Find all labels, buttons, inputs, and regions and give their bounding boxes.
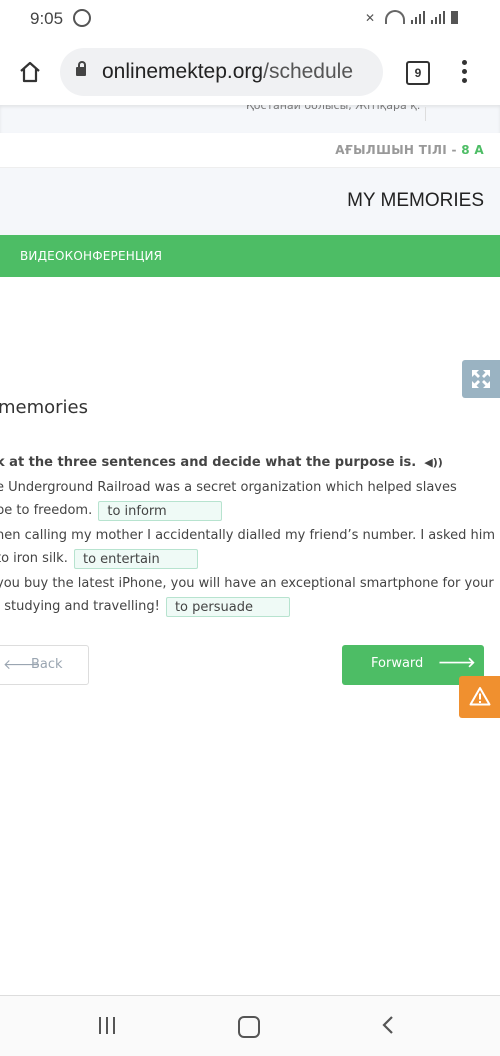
subject-label: АҒЫЛШЫН ТІЛІ - 8 А <box>335 143 484 157</box>
subject-name: АҒЫЛШЫН ТІЛІ - <box>335 143 462 157</box>
browser-toolbar: onlinemektep.org/schedule 9 <box>0 40 500 105</box>
lesson-header: MY MEMORIES <box>0 168 500 235</box>
back-label: Back <box>31 657 63 672</box>
more-menu-icon[interactable] <box>462 60 468 86</box>
instruction-text: k at the three sentences and decide what… <box>0 455 417 470</box>
grade-label: 8 А <box>461 143 484 157</box>
sentence-text: , studying and travelling! <box>0 599 160 614</box>
answer-drop-box[interactable]: to persuade <box>165 596 290 617</box>
sentence-item: e Underground Railroad was a secret orga… <box>0 476 457 522</box>
region-text: Қостанай облысы, Жітіқара қ. <box>246 105 421 112</box>
page-content: Қостанай облысы, Жітіқара қ. АҒЫЛШЫН ТІЛ… <box>0 105 500 995</box>
tab-switcher-button[interactable]: 9 <box>406 61 430 85</box>
battery-icon <box>451 11 458 24</box>
address-bar[interactable]: onlinemektep.org/schedule <box>60 48 383 96</box>
subject-row: АҒЫЛШЫН ТІЛІ - 8 А <box>0 133 500 168</box>
task-instruction: k at the three sentences and decide what… <box>0 455 443 470</box>
lock-icon <box>76 61 86 76</box>
url-text[interactable]: onlinemektep.org/schedule <box>102 60 378 84</box>
sentence-text: to iron silk. <box>0 551 68 566</box>
status-bar: 9:05 ✕ <box>0 0 500 40</box>
sentence-item: you buy the latest iPhone, you will have… <box>0 572 494 618</box>
sentence-item: hen calling my mother I accidentally dia… <box>0 524 495 570</box>
videoconference-label: ВИДЕОКОНФЕРЕНЦИЯ <box>20 249 163 263</box>
fullscreen-button[interactable] <box>462 360 500 398</box>
mute-icon: ✕ <box>365 11 376 25</box>
home-icon[interactable] <box>18 60 42 84</box>
recent-apps-icon[interactable] <box>99 1017 119 1035</box>
videoconference-tab[interactable]: ВИДЕОКОНФЕРЕНЦИЯ <box>0 235 500 277</box>
lesson-header-title: MY MEMORIES <box>347 190 484 211</box>
whatsapp-icon <box>73 9 91 27</box>
status-icons: ✕ <box>365 10 458 24</box>
expand-icon <box>472 370 490 388</box>
signal-icon <box>411 11 425 24</box>
signal-icon <box>431 11 445 24</box>
back-button[interactable]: 🡐 Back <box>0 645 89 685</box>
forward-label: Forward <box>371 656 424 671</box>
home-circle-icon[interactable] <box>238 1016 260 1038</box>
sentence-text: hen calling my mother I accidentally dia… <box>0 528 496 543</box>
clock: 9:05 <box>30 9 64 28</box>
answer-drop-box[interactable]: to inform <box>98 500 223 521</box>
speaker-icon[interactable]: ◀)) <box>424 456 443 469</box>
warning-icon <box>469 687 491 706</box>
sentence-text: pe to freedom. <box>0 503 93 518</box>
answer-drop-box[interactable]: to entertain <box>73 548 198 569</box>
divider <box>425 107 426 121</box>
report-problem-button[interactable] <box>459 676 500 718</box>
url-path: /schedule <box>263 60 354 83</box>
back-chevron-icon[interactable] <box>380 1013 396 1037</box>
lesson-title: memories <box>0 397 89 418</box>
system-nav-bar <box>0 995 500 1056</box>
wifi-icon <box>385 10 405 24</box>
url-domain: onlinemektep.org <box>102 60 264 83</box>
header-strip: Қостанай облысы, Жітіқара қ. <box>0 105 500 133</box>
sentence-text: you buy the latest iPhone, you will have… <box>0 576 494 591</box>
arrow-right-icon: 🡒 <box>438 655 476 671</box>
sentence-text: e Underground Railroad was a secret orga… <box>0 480 457 495</box>
